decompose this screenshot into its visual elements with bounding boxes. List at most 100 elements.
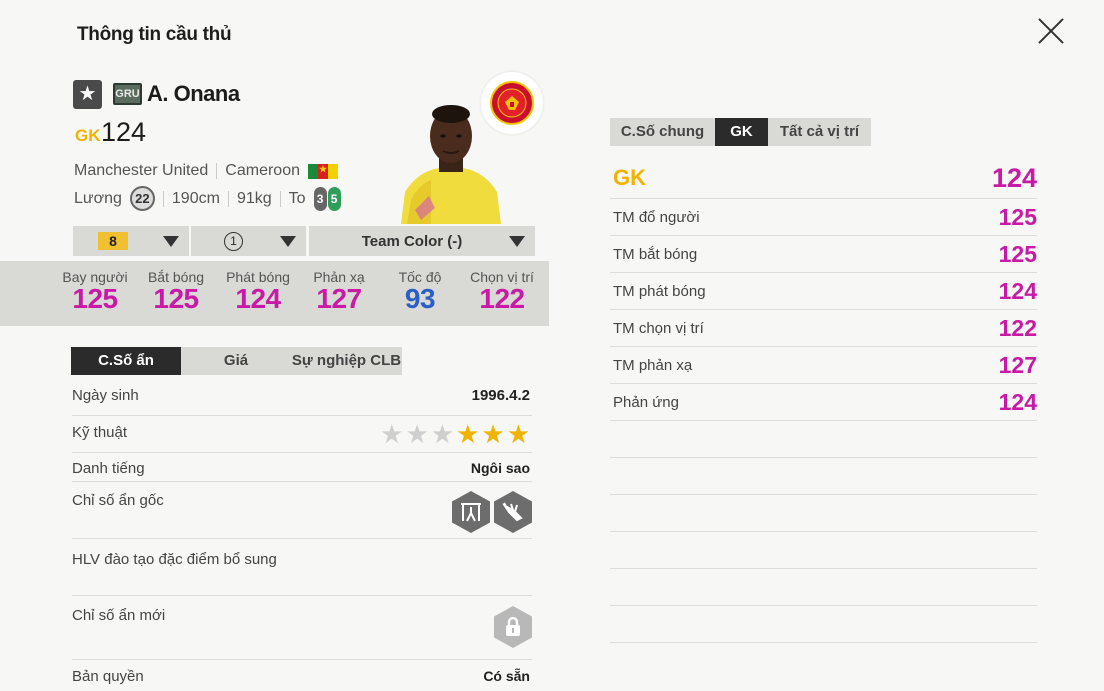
page-title: Thông tin cầu thủ [77, 24, 232, 45]
stat-speed: Tốc độ 93 [380, 269, 460, 315]
empty-row [610, 495, 1037, 532]
pos-stat-value: 124 [998, 389, 1037, 415]
trait-glove-icon[interactable] [494, 491, 532, 533]
star-empty-icon: ★ [380, 419, 404, 449]
wage-label: Lương [74, 189, 122, 207]
flag-cameroon-icon: ★ [308, 163, 338, 179]
team-color-dropdown[interactable]: Team Color (-) [309, 226, 535, 256]
row-skill: Kỹ thuật ★ ★ ★ ★ ★ ★ [72, 416, 532, 453]
empty-row [610, 532, 1037, 569]
stat-value: 127 [316, 283, 362, 314]
pos-stat-label: TM phát bóng [613, 283, 706, 300]
skill-stars: ★ ★ ★ ★ ★ ★ [380, 421, 530, 447]
wage-badge: 22 [129, 186, 155, 211]
divider [216, 163, 218, 179]
right-foot-rating: 5 [327, 186, 341, 211]
physical-info-line: Lương 22 190cm 91kg To 3 5 [74, 186, 341, 211]
traits-label: Chỉ số ẩn gốc [72, 492, 164, 509]
tab-gk[interactable]: GK [715, 118, 768, 146]
pos-stat-value: 124 [991, 163, 1037, 193]
pos-stat-value: 124 [998, 278, 1037, 304]
tab-hidden-stats[interactable]: C.Số ẩn [71, 347, 181, 375]
player-ovr: 124 [101, 117, 147, 147]
club-nation-line: Manchester United Cameroon ★ [74, 162, 338, 180]
empty-row [610, 421, 1037, 458]
left-foot-rating: 3 [313, 186, 327, 211]
row-birth: Ngày sinh 1996.4.2 [72, 380, 532, 416]
player-position: GK [75, 126, 101, 145]
fame-label: Danh tiếng [72, 460, 145, 477]
pos-stat-label: TM đổ người [613, 209, 700, 226]
star-empty-icon: ★ [405, 419, 429, 449]
stat-value: 124 [235, 283, 281, 314]
pos-stat-label: TM phản xạ [613, 357, 693, 374]
row-traits: Chỉ số ẩn gốc [72, 482, 532, 539]
weight: 91kg [236, 189, 272, 207]
pos-stat-label: TM chọn vị trí [613, 320, 704, 337]
pos-stat-row: TM đổ người 125 [610, 199, 1037, 236]
new-traits-label: Chỉ số ẩn mới [72, 607, 166, 624]
stat-value: 125 [72, 283, 118, 314]
season-badge: GRU [113, 83, 142, 105]
pos-stat-label: Phản ứng [613, 394, 679, 411]
star-icon: ★ [73, 80, 102, 109]
divider [162, 190, 164, 207]
position-tabs: C.Số chung GK Tất cả vị trí [610, 118, 871, 146]
trait-gk-icon[interactable] [452, 491, 490, 533]
pos-stat-value: 125 [998, 241, 1037, 267]
chevron-down-icon [163, 236, 179, 247]
pos-stat-value: 125 [998, 204, 1037, 230]
team-color-value: Team Color (-) [361, 232, 463, 250]
license-value: Có sẵn [483, 668, 530, 684]
stat-value: 93 [404, 283, 436, 314]
club-crest-icon [481, 72, 543, 134]
nation-name: Cameroon [225, 162, 300, 179]
star-filled-icon: ★ [456, 419, 480, 449]
close-icon[interactable] [1034, 14, 1068, 48]
row-new-traits: Chỉ số ẩn mới [72, 596, 532, 660]
birth-label: Ngày sinh [72, 387, 139, 404]
stat-handling: Bắt bóng 125 [136, 269, 216, 315]
empty-row [610, 569, 1037, 606]
pos-stat-value: 122 [998, 315, 1037, 341]
pos-stat-row: TM phản xạ 127 [610, 347, 1037, 384]
stat-diving: Bay người 125 [55, 269, 135, 315]
skill-label: Kỹ thuật [72, 424, 128, 441]
team-level-dropdown[interactable]: 1 [191, 226, 306, 256]
stat-positioning: Chọn vị trí 122 [462, 269, 542, 315]
tab-price[interactable]: Giá [181, 347, 291, 375]
upgrade-level-dropdown[interactable]: 8 [73, 226, 189, 256]
row-fame: Danh tiếng Ngôi sao [72, 453, 532, 482]
height: 190cm [171, 189, 220, 207]
pos-stat-row: Phản ứng 124 [610, 384, 1037, 421]
tab-general-stats[interactable]: C.Số chung [610, 118, 715, 146]
birth-value: 1996.4.2 [471, 387, 530, 404]
pos-stat-row: TM chọn vị trí 122 [610, 310, 1037, 347]
pos-stat-row: TM phát bóng 124 [610, 273, 1037, 310]
tab-all-positions[interactable]: Tất cả vị trí [768, 118, 871, 146]
stat-kicking: Phát bóng 124 [218, 269, 298, 315]
fame-value: Ngôi sao [470, 460, 530, 476]
team-level-value: 1 [224, 231, 243, 251]
stat-value: 125 [153, 283, 199, 314]
pos-stat-row-ovr: GK 124 [610, 162, 1037, 199]
chevron-down-icon [280, 236, 296, 247]
body-type: To [288, 189, 306, 207]
empty-row [610, 606, 1037, 643]
pos-stat-value: 127 [998, 352, 1037, 378]
star-empty-icon: ★ [430, 419, 455, 449]
stat-reflexes: Phản xạ 127 [299, 269, 379, 315]
row-trainer: HLV đào tạo đặc điểm bổ sung [72, 539, 532, 596]
stat-value: 122 [479, 283, 525, 314]
foot-icon: 3 5 [313, 186, 341, 211]
row-license: Bản quyền Có sẵn [72, 660, 532, 691]
lock-icon[interactable] [494, 606, 532, 648]
key-stats-bar: Bay người 125 Bắt bóng 125 Phát bóng 124… [0, 261, 549, 326]
trainer-label: HLV đào tạo đặc điểm bổ sung [72, 551, 277, 568]
pos-stat-label: TM bắt bóng [613, 246, 698, 263]
tab-club-career[interactable]: Sự nghiệp CLB [291, 347, 402, 375]
empty-row [610, 458, 1037, 495]
pos-stat-row: TM bắt bóng 125 [610, 236, 1037, 273]
star-filled-icon: ★ [506, 419, 530, 449]
player-name: A. Onana [147, 81, 240, 106]
